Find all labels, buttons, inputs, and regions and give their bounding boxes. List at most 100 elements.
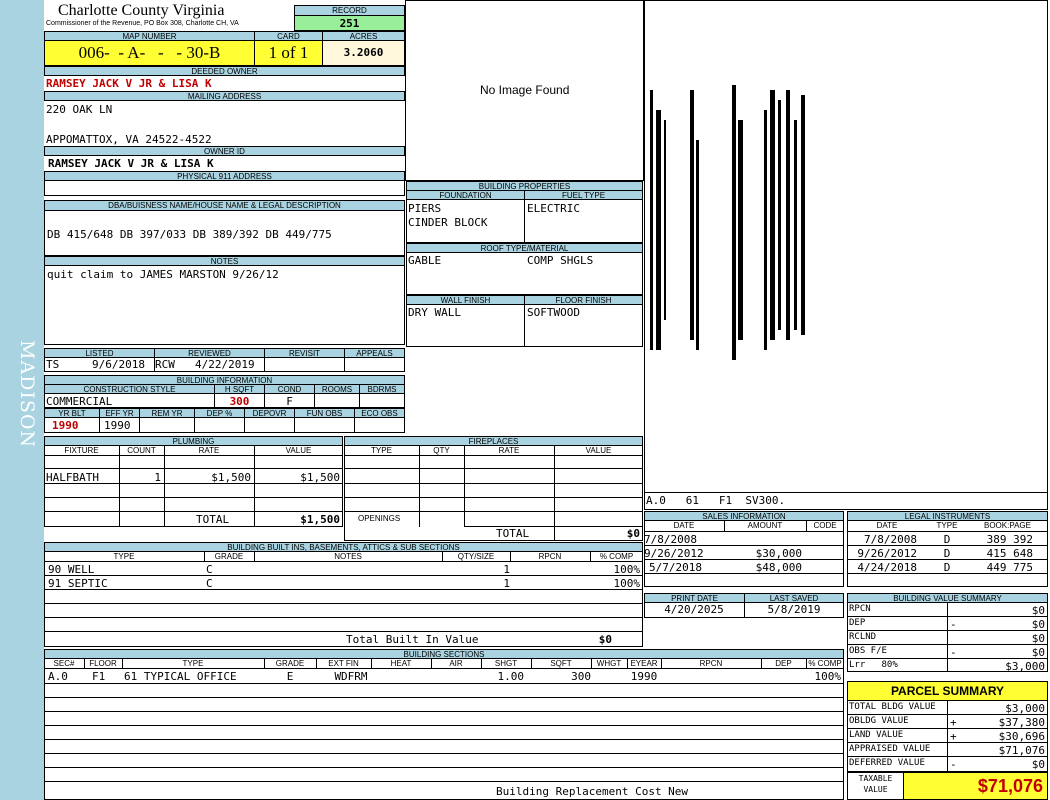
builtins-h-notes: NOTES <box>334 552 362 561</box>
li-date: 9/26/2012 <box>857 547 917 560</box>
li-bookpage: 389 392 <box>986 533 1033 546</box>
parcel-row-value: $71,076 <box>998 744 1045 757</box>
li-type: D <box>943 533 951 546</box>
section-type: 61 TYPICAL OFFICE <box>124 670 237 683</box>
sec-h: WHGT <box>596 659 622 668</box>
sec-h: SEC# <box>53 659 75 668</box>
listed-by: TS <box>46 358 60 371</box>
county-title: Charlotte County Virginia <box>58 2 225 19</box>
sec-h: RPCN <box>699 659 723 668</box>
sale-amount: $30,000 <box>755 547 802 560</box>
listed-date: 9/6/2018 <box>92 358 145 371</box>
sec-h: HEAT <box>390 659 412 668</box>
builtins-table <box>44 551 643 647</box>
builtin-type: 91 SEPTIC <box>48 577 108 590</box>
builtin-comp: 100% <box>613 577 641 590</box>
year-built: 1990 <box>52 419 79 432</box>
li-h-bookpage: BOOK:PAGE <box>984 521 1031 530</box>
parcel-row-label: LAND VALUE <box>849 730 904 740</box>
fireplaces-h-value: VALUE <box>585 446 612 455</box>
builtins-h-qty: QTY/SIZE <box>457 552 495 561</box>
print-date: 4/20/2025 <box>664 603 724 616</box>
builtin-qty: 1 <box>503 563 510 576</box>
li-date: 7/8/2008 <box>864 533 917 546</box>
reviewed-date: 4/22/2019 <box>195 358 255 371</box>
sec-h: SHGT <box>494 659 518 668</box>
section-shgt: 1.00 <box>497 670 525 683</box>
sales-h-date: DATE <box>673 521 695 530</box>
sales-h-code: CODE <box>813 521 837 530</box>
section-sqft: 300 <box>571 670 591 683</box>
hsqft-value: 300 <box>229 395 250 408</box>
section-extfin: WDFRM <box>334 670 368 683</box>
fireplaces-total: $0 <box>626 527 640 540</box>
owner-id: RAMSEY JACK V JR & LISA K <box>48 157 214 170</box>
replacement-cost-label: Building Replacement Cost New <box>496 785 689 798</box>
vs-value: $3,000 <box>1005 660 1045 673</box>
plumbing-total: $1,500 <box>300 513 340 526</box>
foundation-2: CINDER BLOCK <box>408 216 488 229</box>
section-eyear: 1990 <box>630 670 658 683</box>
li-h-type: TYPE <box>936 521 958 530</box>
office-address: Commissioner of the Revenue, PO Box 308,… <box>46 20 239 27</box>
parcel-row-sign: - <box>950 758 957 771</box>
plumbing-fixture: HALFBATH <box>46 471 99 484</box>
builtin-grade: C <box>206 563 213 576</box>
section-grade: E <box>286 670 294 683</box>
taxable-value: $71,076 <box>903 772 1048 800</box>
builtins-h-comp: % COMP <box>599 552 634 561</box>
vs-label: OBS F/E <box>849 646 887 656</box>
vs-label: Lrr 80% <box>849 660 898 670</box>
builtin-grade: C <box>206 577 213 590</box>
sec-h: TYPE <box>182 659 204 668</box>
sec-h: GRADE <box>275 659 305 668</box>
vs-label: DEP <box>849 618 866 628</box>
li-type: D <box>943 547 951 560</box>
parcel-row-label: DEFERRED VALUE <box>849 758 925 768</box>
li-bookpage: 449 775 <box>986 561 1033 574</box>
roof-material: COMP SHGLS <box>527 254 594 267</box>
no-image-text: No Image Found <box>480 83 570 97</box>
vs-value: $0 <box>1031 604 1045 617</box>
sale-date: 9/26/2012 <box>644 547 704 560</box>
acres-value: 3.2060 <box>322 40 405 66</box>
legal-description: DB 415/648 DB 397/033 DB 389/392 DB 449/… <box>47 228 332 241</box>
builtins-h-grade: GRADE <box>214 552 244 561</box>
construction-style: COMMERCIAL <box>46 395 113 408</box>
effective-year: 1990 <box>104 419 131 432</box>
builtins-total: $0 <box>598 633 612 646</box>
plumbing-total-label: TOTAL <box>196 513 230 526</box>
builtin-qty: 1 <box>503 577 510 590</box>
map-number: 006- - A- - - 30-B <box>44 40 255 66</box>
reviewed-by: RCW <box>155 358 175 371</box>
li-h-date: DATE <box>876 521 898 530</box>
sec-h: SQFT <box>550 659 572 668</box>
sale-date: 5/7/2018 <box>649 561 702 574</box>
section-floor: F1 <box>92 670 106 683</box>
parcel-row-value: $0 <box>1031 758 1045 771</box>
sketch-caption: A.0 61 F1 SV300. <box>646 494 786 507</box>
foundation-1: PIERS <box>408 202 442 215</box>
openings-label: OPENINGS <box>358 514 401 523</box>
sale-amount: $48,000 <box>755 561 802 574</box>
physical-address <box>44 180 405 196</box>
sec-h: DEP <box>775 659 792 668</box>
li-date: 4/24/2018 <box>857 561 917 574</box>
vs-label: RCLND <box>849 632 877 642</box>
town-label: MADISON <box>16 340 38 449</box>
parcel-row-value: $37,380 <box>998 716 1045 729</box>
fireplaces-h-type: TYPE <box>371 446 392 455</box>
plumbing-h-rate: RATE <box>198 446 220 455</box>
plumbing-h-count: COUNT <box>127 446 156 455</box>
sales-h-amount: AMOUNT <box>747 521 783 530</box>
sale-date: 7/8/2008 <box>644 533 697 546</box>
sec-h: AIR <box>449 659 463 668</box>
parcel-row-value: $3,000 <box>1005 702 1045 715</box>
builtin-comp: 100% <box>613 563 641 576</box>
roof-type: GABLE <box>408 254 442 267</box>
taxable-label-2: VALUE <box>863 785 888 794</box>
mailing-line-1: 220 OAK LN <box>46 103 113 116</box>
builtin-type: 90 WELL <box>48 563 95 576</box>
record-number: 251 <box>294 15 405 31</box>
parcel-row-label: TOTAL BLDG VALUE <box>849 702 936 712</box>
